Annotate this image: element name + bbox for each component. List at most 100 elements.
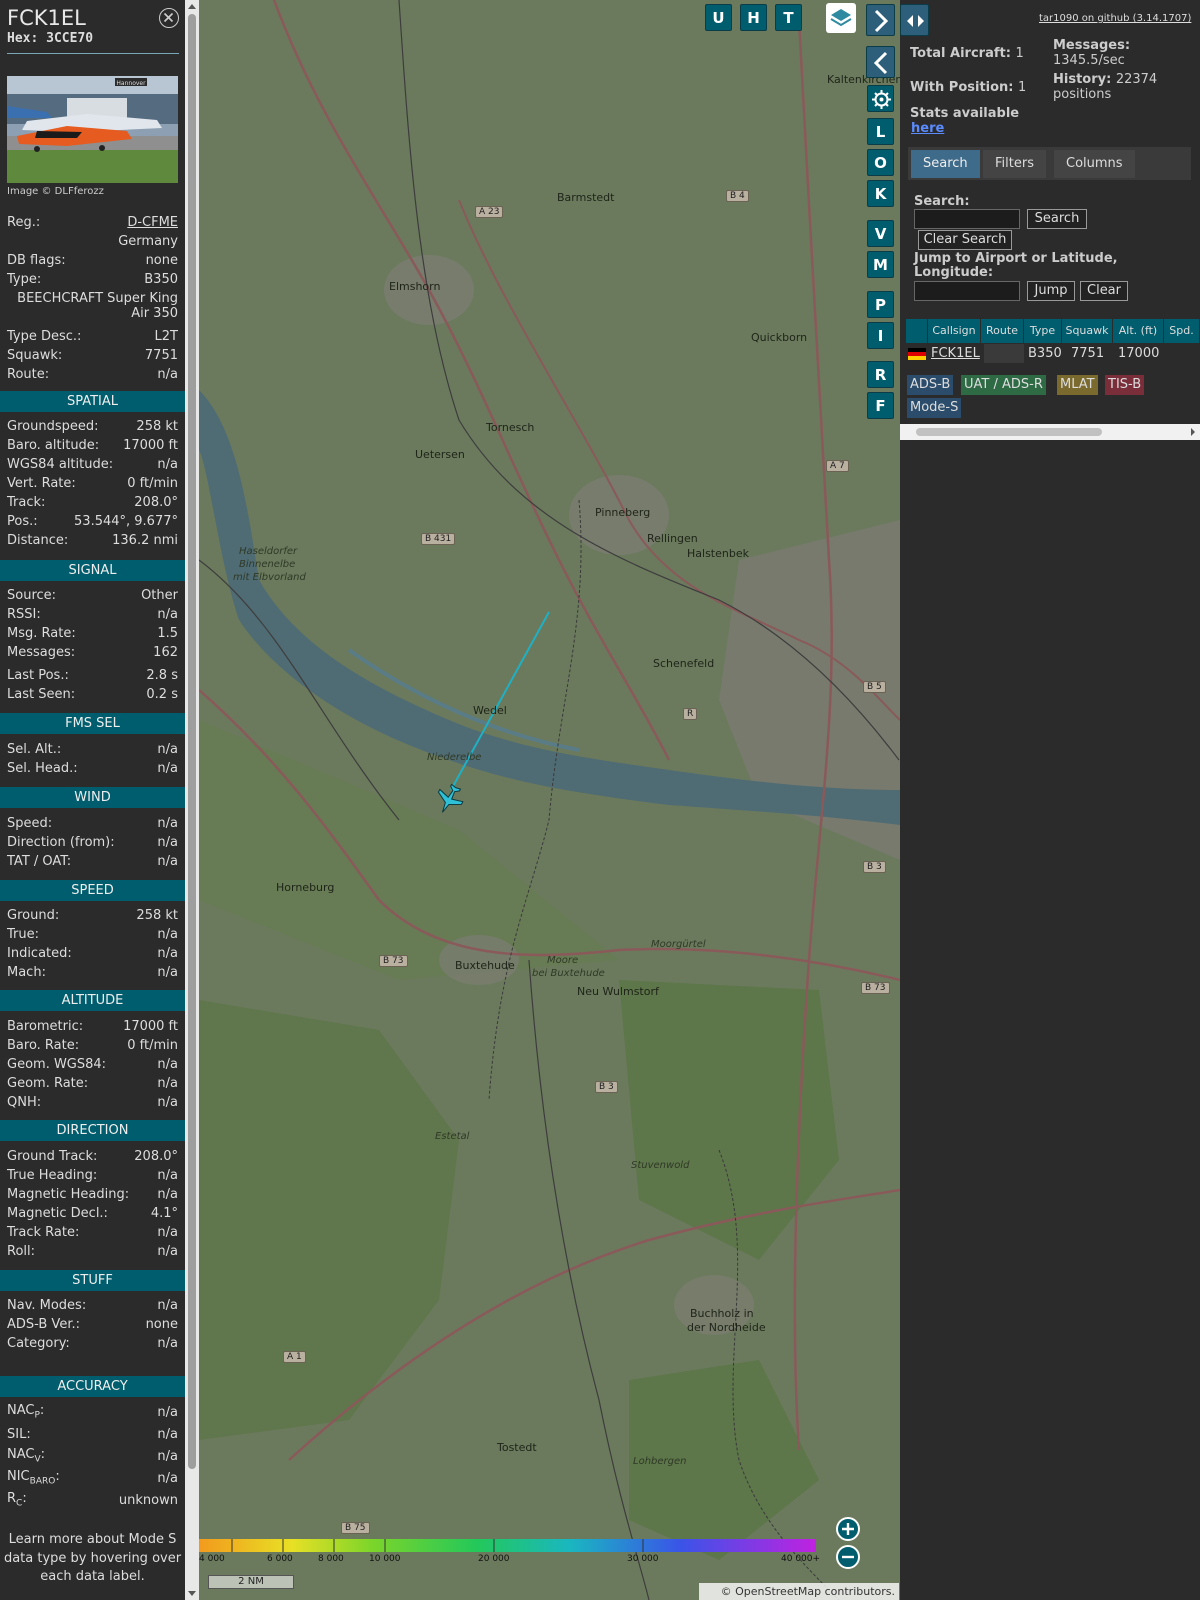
scroll-up-icon[interactable] <box>188 4 196 9</box>
direction-label[interactable]: Magnetic Heading: <box>7 1187 129 1202</box>
section-header-altitude[interactable]: ALTITUDE <box>0 990 185 1011</box>
section-header-speed[interactable]: SPEED <box>0 880 185 901</box>
table-row-callsign[interactable]: FCK1EL <box>931 344 980 363</box>
source-adsb[interactable]: ADS-B <box>907 375 954 395</box>
direction-label[interactable]: Roll: <box>7 1244 35 1259</box>
stuff-label[interactable]: ADS-B Ver.: <box>7 1317 80 1332</box>
altitude-label[interactable]: Geom. Rate: <box>7 1076 88 1091</box>
speed-label[interactable]: True: <box>7 927 39 942</box>
section-header-accuracy[interactable]: ACCURACY <box>0 1376 185 1397</box>
spatial-label[interactable]: Track: <box>7 495 45 510</box>
column-header-callsign[interactable]: Callsign <box>928 319 981 343</box>
altitude-label[interactable]: Geom. WGS84: <box>7 1057 106 1072</box>
signal-label[interactable]: Last Pos.: <box>7 668 69 683</box>
column-header-route[interactable]: Route <box>981 319 1024 343</box>
fms-label[interactable]: Sel. Alt.: <box>7 742 61 757</box>
chevron-left-icon[interactable] <box>866 46 895 78</box>
zoom-out-icon[interactable] <box>836 1545 860 1569</box>
spatial-label[interactable]: Vert. Rate: <box>7 476 76 491</box>
tab-filters[interactable]: Filters <box>983 150 1046 178</box>
map-button-i[interactable]: I <box>867 322 894 349</box>
accuracy-label[interactable]: NICBARO: <box>7 1469 60 1487</box>
accuracy-label[interactable]: NACP: <box>7 1403 44 1421</box>
map-button-u[interactable]: U <box>705 4 732 31</box>
wind-label[interactable]: TAT / OAT: <box>7 854 71 869</box>
github-link[interactable]: tar1090 on github (3.14.1707) <box>1039 13 1191 24</box>
wind-label[interactable]: Speed: <box>7 816 52 831</box>
signal-label[interactable]: Source: <box>7 588 56 603</box>
source-tisb[interactable]: TIS-B <box>1105 375 1145 395</box>
gear-icon[interactable] <box>867 85 894 112</box>
jump-button[interactable]: Jump <box>1027 281 1075 301</box>
search-button[interactable]: Search <box>1027 209 1087 229</box>
speed-label[interactable]: Ground: <box>7 908 59 923</box>
direction-label[interactable]: Ground Track: <box>7 1149 97 1164</box>
zoom-in-icon[interactable] <box>836 1517 860 1541</box>
map-button-o[interactable]: O <box>867 149 894 176</box>
map-button-h[interactable]: H <box>740 4 767 31</box>
map-button-k[interactable]: K <box>867 180 894 207</box>
search-input[interactable] <box>914 209 1020 229</box>
map-attribution[interactable]: © OpenStreetMap contributors. <box>699 1583 899 1600</box>
altitude-label[interactable]: QNH: <box>7 1095 41 1110</box>
direction-label[interactable]: Magnetic Decl.: <box>7 1206 108 1221</box>
table-horizontal-scrollbar[interactable] <box>900 424 1200 440</box>
clear-button[interactable]: Clear <box>1080 281 1128 301</box>
column-header-squawk[interactable]: Squawk <box>1062 319 1113 343</box>
aircraft-photo[interactable]: Hannover <box>7 76 178 183</box>
section-header-fms[interactable]: FMS SEL <box>0 713 185 734</box>
spatial-label[interactable]: Distance: <box>7 533 68 548</box>
map-button-t[interactable]: T <box>775 4 802 31</box>
source-uat-adsr[interactable]: UAT / ADS-R <box>961 375 1046 395</box>
map-view[interactable]: Barmstedt Elmshorn Quickborn Tornesch Ueters… <box>199 0 900 1600</box>
spatial-label[interactable]: Baro. altitude: <box>7 438 99 453</box>
signal-label[interactable]: RSSI: <box>7 607 41 622</box>
signal-label[interactable]: Msg. Rate: <box>7 626 76 641</box>
spatial-label[interactable]: WGS84 altitude: <box>7 457 113 472</box>
altitude-label[interactable]: Baro. Rate: <box>7 1038 79 1053</box>
close-icon[interactable] <box>159 8 179 28</box>
map-button-f[interactable]: F <box>867 392 894 419</box>
scrollbar-thumb[interactable] <box>188 14 196 1469</box>
scroll-down-icon[interactable] <box>188 1591 196 1596</box>
section-header-wind[interactable]: WIND <box>0 787 185 808</box>
scrollbar-thumb[interactable] <box>916 428 1102 436</box>
speed-label[interactable]: Indicated: <box>7 946 72 961</box>
chevron-right-icon[interactable] <box>866 4 895 36</box>
jump-input[interactable] <box>914 281 1020 301</box>
section-header-direction[interactable]: DIRECTION <box>0 1120 185 1141</box>
map-button-l[interactable]: L <box>867 118 894 145</box>
spatial-label[interactable]: Pos.: <box>7 514 38 529</box>
wind-label[interactable]: Direction (from): <box>7 835 115 850</box>
accuracy-label[interactable]: NACV: <box>7 1447 45 1465</box>
clear-search-button[interactable]: Clear Search <box>918 230 1012 250</box>
signal-label[interactable]: Messages: <box>7 645 75 660</box>
tab-search[interactable]: Search <box>911 150 980 178</box>
signal-label[interactable]: Last Seen: <box>7 687 75 702</box>
section-header-signal[interactable]: SIGNAL <box>0 560 185 581</box>
section-header-stuff[interactable]: STUFF <box>0 1270 185 1291</box>
stuff-label[interactable]: Nav. Modes: <box>7 1298 86 1313</box>
map-button-v[interactable]: V <box>867 220 894 247</box>
direction-label[interactable]: Track Rate: <box>7 1225 79 1240</box>
direction-label[interactable]: True Heading: <box>7 1168 97 1183</box>
spatial-label[interactable]: Groundspeed: <box>7 419 98 434</box>
column-header-speed[interactable]: Spd. <box>1164 319 1200 343</box>
speed-label[interactable]: Mach: <box>7 965 46 980</box>
registration-link[interactable]: D-CFME <box>127 215 178 230</box>
tab-columns[interactable]: Columns <box>1054 150 1135 178</box>
stats-link[interactable]: here <box>911 121 944 136</box>
accuracy-label[interactable]: SIL: <box>7 1427 31 1442</box>
source-modes[interactable]: Mode-S <box>907 398 962 418</box>
layers-icon[interactable] <box>826 3 856 33</box>
expand-arrows-icon[interactable] <box>900 4 929 36</box>
altitude-label[interactable]: Barometric: <box>7 1019 83 1034</box>
scroll-right-icon[interactable] <box>1189 428 1197 436</box>
map-button-p[interactable]: P <box>867 291 894 318</box>
column-header-flag[interactable] <box>906 319 928 343</box>
map-button-m[interactable]: M <box>867 251 894 278</box>
fms-label[interactable]: Sel. Head.: <box>7 761 78 776</box>
accuracy-label[interactable]: RC: <box>7 1491 27 1509</box>
section-header-spatial[interactable]: SPATIAL <box>0 391 185 412</box>
column-header-type[interactable]: Type <box>1024 319 1062 343</box>
